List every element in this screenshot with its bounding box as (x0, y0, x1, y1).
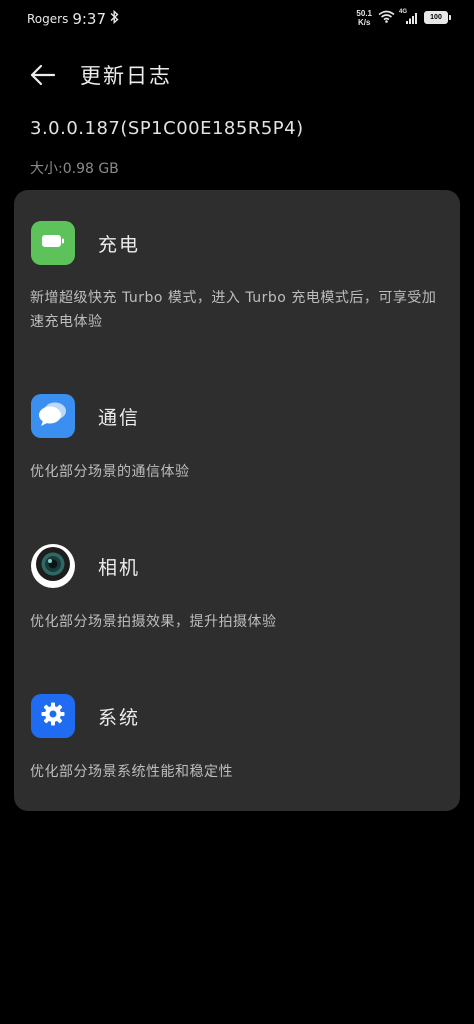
section-title: 系统 (98, 707, 141, 729)
section-title: 充电 (98, 234, 141, 256)
update-size: 大小:0.98 GB (30, 161, 119, 177)
version-number: 3.0.0.187(SP1C00E185R5P4) (30, 118, 304, 139)
changelog-card: 充电 新增超级快充 Turbo 模式，进入 Turbo 充电模式后，可享受加速充… (14, 190, 460, 811)
wifi-icon (378, 8, 395, 27)
section-description: 优化部分场景的通信体验 (30, 464, 190, 480)
chat-bubbles-icon (37, 400, 69, 432)
system-app-icon (31, 694, 75, 738)
back-button[interactable] (26, 58, 60, 92)
section-description: 优化部分场景系统性能和稳定性 (30, 764, 233, 780)
network-speed-value: 50.1 (356, 8, 372, 18)
cellular-signal-icon: 4G (399, 9, 419, 25)
status-bar: Rogers 9:37 50.1 K/s 4G 100 (0, 0, 474, 38)
section-title: 相机 (98, 557, 141, 579)
section-title: 通信 (98, 407, 141, 429)
battery-icon: 100 (424, 11, 451, 24)
battery-icon (41, 233, 65, 253)
camera-app-icon (31, 544, 75, 588)
gear-icon (40, 701, 66, 731)
section-description: 优化部分场景拍摄效果，提升拍摄体验 (30, 614, 277, 630)
messaging-app-icon (31, 394, 75, 438)
camera-lens-icon (34, 545, 72, 587)
network-speed-unit: K/s (357, 17, 371, 27)
clock-time: 9:37 (72, 10, 107, 28)
status-bar-left: Rogers 9:37 (27, 9, 119, 28)
charging-app-icon (31, 221, 75, 265)
page-title: 更新日志 (80, 64, 172, 88)
battery-level: 100 (430, 14, 442, 21)
back-arrow-icon (26, 64, 60, 96)
app-bar: 更新日志 (0, 50, 474, 98)
bluetooth-icon (110, 9, 119, 28)
section-description: 新增超级快充 Turbo 模式，进入 Turbo 充电模式后，可享受加速充电体验 (30, 290, 437, 330)
carrier-name: Rogers (27, 12, 69, 26)
network-speed: 50.1 K/s (356, 9, 372, 27)
status-bar-right: 50.1 K/s 4G 100 (356, 8, 451, 27)
